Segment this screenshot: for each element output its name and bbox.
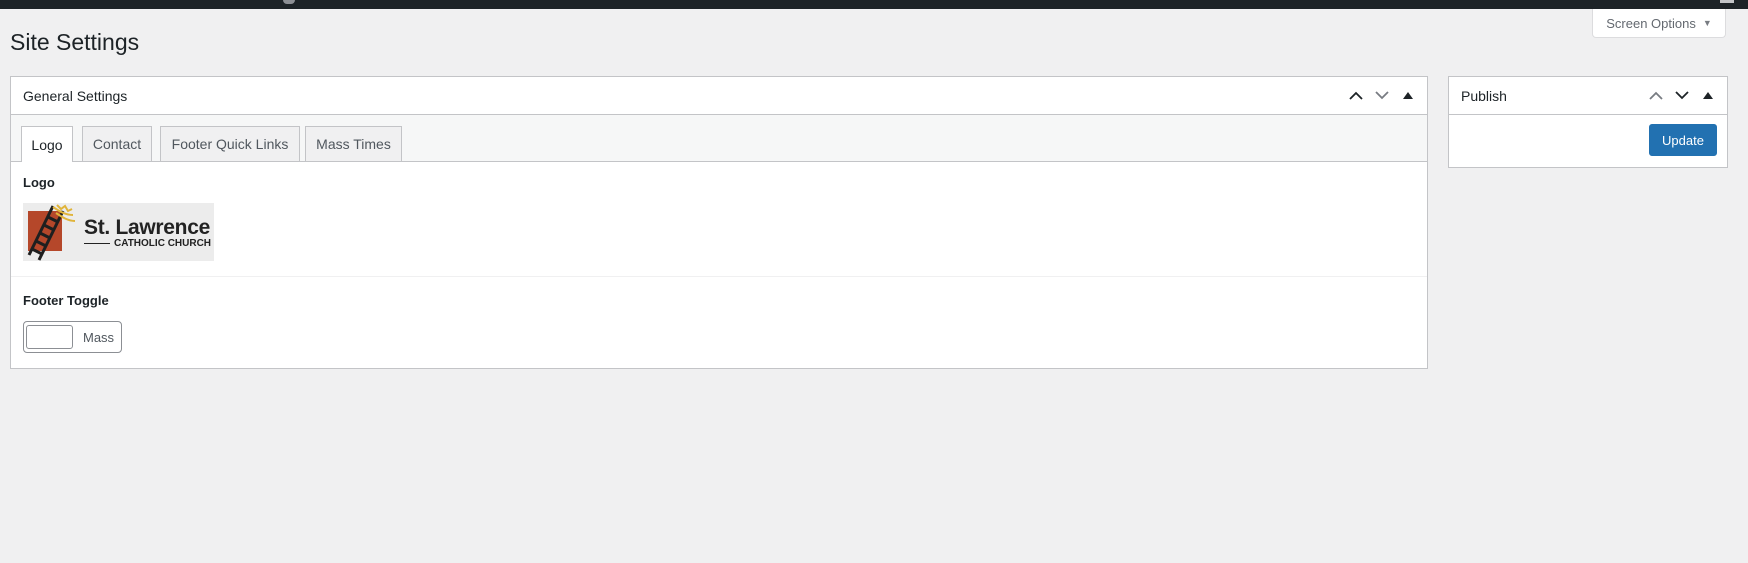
- page-title: Site Settings: [10, 29, 140, 55]
- tab-contact[interactable]: Contact: [82, 126, 152, 161]
- box-handles: [1345, 77, 1419, 114]
- publish-box: Publish Update: [1448, 76, 1728, 168]
- move-down-icon[interactable]: [1671, 81, 1693, 111]
- logo-tagline-row: CATHOLIC CHURCH: [84, 238, 211, 249]
- tab-mass-times[interactable]: Mass Times: [305, 126, 402, 161]
- footer-toggle-switch[interactable]: [26, 325, 73, 349]
- admin-bar-account-icon[interactable]: [1720, 0, 1734, 3]
- move-up-icon[interactable]: [1645, 81, 1667, 111]
- logo-wordmark: St. Lawrence: [84, 216, 210, 239]
- general-settings-header: General Settings: [11, 77, 1427, 115]
- screen-options-button[interactable]: Screen Options ▼: [1592, 9, 1726, 38]
- general-settings-title: General Settings: [23, 87, 128, 104]
- admin-bar-menu-icon[interactable]: [283, 0, 295, 4]
- admin-bar: [0, 0, 1748, 9]
- footer-toggle-label: Footer Toggle: [23, 293, 109, 308]
- screen-options-label: Screen Options: [1606, 15, 1696, 31]
- tab-footer-quick-links[interactable]: Footer Quick Links: [160, 126, 300, 161]
- publish-title: Publish: [1461, 87, 1507, 104]
- publish-box-handles: [1645, 77, 1719, 114]
- footer-toggle-option-label: Mass: [83, 329, 115, 345]
- field-divider: [11, 276, 1427, 277]
- caret-down-icon: ▼: [1702, 18, 1712, 28]
- settings-tabs: Logo Contact Footer Quick Links Mass Tim…: [11, 115, 1427, 162]
- general-settings-box: General Settings Logo Contact Footer Qui…: [10, 76, 1428, 369]
- tab-logo[interactable]: Logo: [21, 126, 73, 162]
- move-up-icon[interactable]: [1345, 81, 1367, 111]
- logo-image[interactable]: St. Lawrence CATHOLIC CHURCH: [23, 203, 214, 261]
- logo-tagline-rule: [84, 243, 110, 244]
- footer-toggle-control[interactable]: Mass: [23, 321, 122, 353]
- collapse-toggle-icon[interactable]: [1397, 81, 1419, 111]
- collapse-toggle-icon[interactable]: [1697, 81, 1719, 111]
- church-emblem-icon: [27, 204, 76, 261]
- logo-tagline: CATHOLIC CHURCH: [114, 238, 212, 249]
- publish-header: Publish: [1449, 77, 1727, 115]
- move-down-icon[interactable]: [1371, 81, 1393, 111]
- update-button[interactable]: Update: [1649, 124, 1717, 156]
- logo-field-label: Logo: [23, 175, 55, 190]
